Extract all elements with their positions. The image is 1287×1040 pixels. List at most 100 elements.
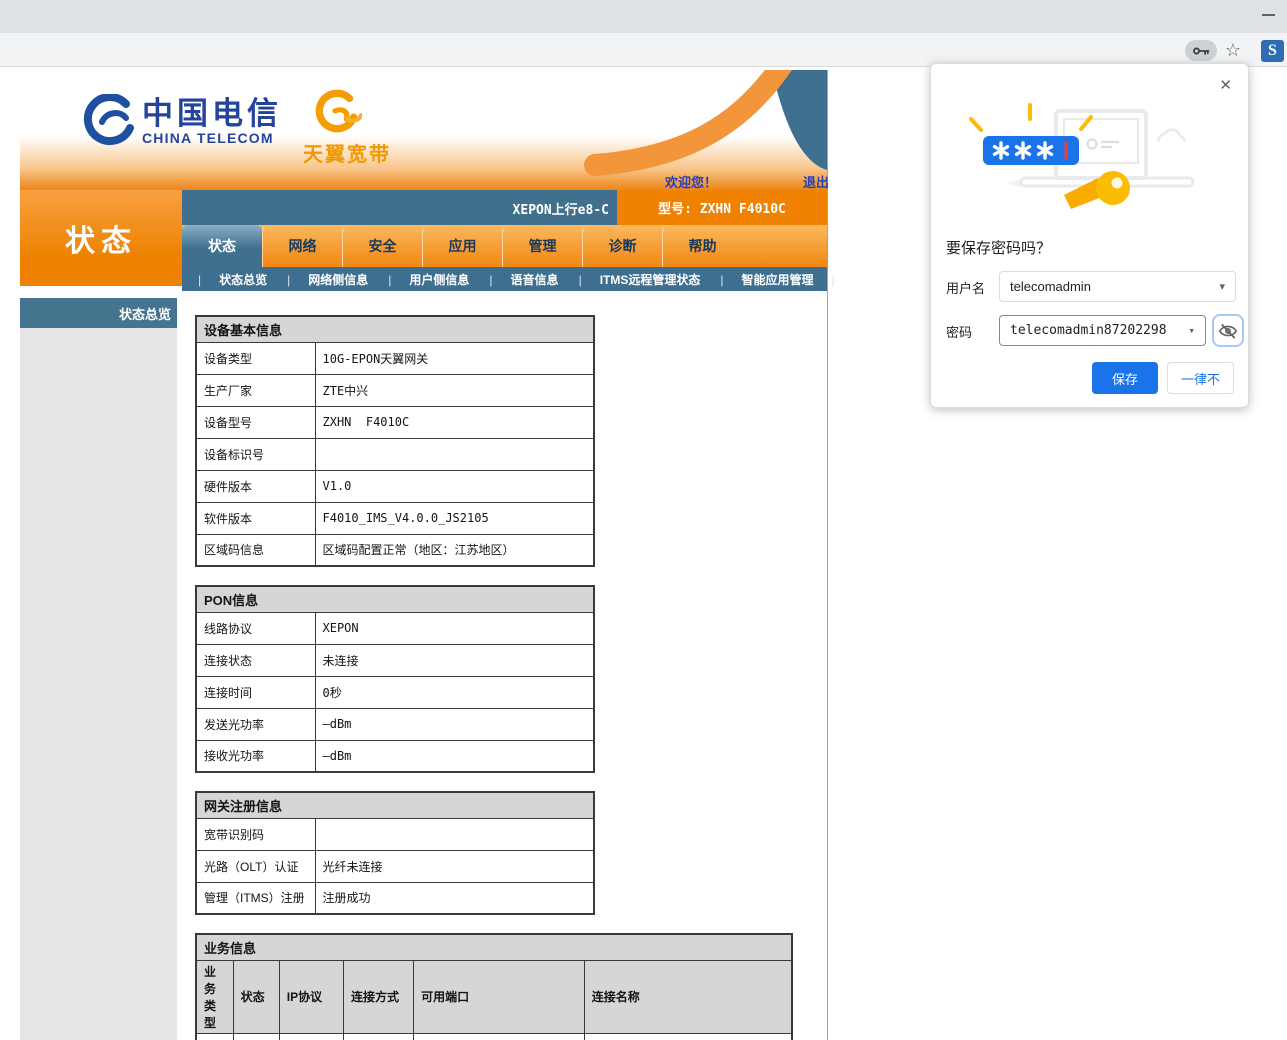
password-value: telecomadmin87202298 — [1010, 323, 1167, 338]
row-label: 管理（ITMS）注册 — [196, 882, 315, 914]
gateway-register-table: 网关注册信息 宽带识别码 光路（OLT）认证光纤未连接 管理（ITMS）注册注册… — [195, 791, 595, 915]
eye-off-icon — [1218, 321, 1238, 341]
row-value: ZXHN F4010C — [315, 406, 594, 438]
subnav-user-side[interactable]: 用户侧信息 — [378, 271, 479, 288]
save-button[interactable]: 保存 — [1092, 362, 1158, 394]
minimize-icon[interactable] — [1262, 14, 1275, 16]
col-header: 业务类型 — [196, 960, 233, 1033]
logout-link[interactable]: 退出 — [803, 172, 829, 191]
row-value — [315, 818, 594, 850]
welcome-row: 欢迎您！ 退出 — [40, 170, 847, 190]
page-header: 中国电信 CHINA TELECOM 天翼宽带 欢迎您！ 退出 — [20, 70, 827, 190]
tab-application[interactable]: 应用 — [422, 225, 502, 267]
row-value — [315, 438, 594, 470]
table-title: PON信息 — [196, 586, 594, 612]
sidebar-header: 状态 — [20, 190, 182, 286]
sidebar-panel — [20, 328, 177, 1040]
username-select[interactable]: telecomadmin ▾ — [999, 271, 1236, 302]
row-label: 光路（OLT）认证 — [196, 850, 315, 882]
password-select[interactable]: telecomadmin87202298 ▾ — [999, 315, 1206, 346]
cell-ports: 有线：网口1，网口3，网口4 — [414, 1033, 585, 1040]
row-value: 光纤未连接 — [315, 850, 594, 882]
extension-icon[interactable]: S — [1261, 40, 1284, 62]
username-value: telecomadmin — [1010, 279, 1091, 294]
subnav-itms[interactable]: ITMS远程管理状态 — [569, 271, 711, 288]
password-key-icon[interactable] — [1185, 40, 1217, 61]
row-label: 连接时间 — [196, 676, 315, 708]
row-value: 区域码配置正常（地区：江苏地区） — [315, 534, 594, 566]
row-label: 软件版本 — [196, 502, 315, 534]
broadband-logo-text: 天翼宽带 — [303, 138, 391, 167]
screen: ☆ S — [0, 0, 1287, 1040]
page-edge-line — [827, 70, 828, 1040]
row-value: ZTE中兴 — [315, 374, 594, 406]
row-value: XEPON — [315, 612, 594, 644]
subnav-smart-app[interactable]: 智能应用管理 — [710, 271, 844, 288]
tab-security[interactable]: 安全 — [342, 225, 422, 267]
cell-ip-protocol: IPv4 — [279, 1033, 343, 1040]
tab-help[interactable]: 帮助 — [662, 225, 742, 267]
browser-toolbar — [0, 33, 1287, 67]
key-glyph — [1192, 44, 1210, 58]
row-value: V1.0 — [315, 470, 594, 502]
table-title: 业务信息 — [196, 934, 792, 960]
subnav-bar: 状态总览 网络侧信息 用户侧信息 语音信息 ITMS远程管理状态 智能应用管理 — [182, 267, 827, 291]
row-label: 硬件版本 — [196, 470, 315, 502]
save-password-dialog: ✕ 要保存密码吗？ 用户名 tele — [930, 63, 1249, 408]
bookmark-star-icon[interactable]: ☆ — [1222, 39, 1244, 61]
pon-info-table: PON信息 线路协议XEPON 连接状态未连接 连接时间0秒 发送光功率—dBm… — [195, 585, 595, 773]
subnav-network-side[interactable]: 网络侧信息 — [277, 271, 378, 288]
row-label: 区域码信息 — [196, 534, 315, 566]
cell-connect-mode: 路由(网关拨号) — [343, 1033, 413, 1040]
main-tabbar: 状态 网络 安全 应用 管理 诊断 帮助 — [182, 225, 827, 267]
tab-management[interactable]: 管理 — [502, 225, 582, 267]
model-bar: XEPON上行e8-C 型号: ZXHN F4010C — [182, 190, 827, 225]
row-value: 0秒 — [315, 676, 594, 708]
subnav-voice[interactable]: 语音信息 — [479, 271, 568, 288]
dialog-title: 要保存密码吗？ — [946, 237, 1051, 258]
model-label: 型号: ZXHN F4010C — [617, 190, 827, 225]
cell-status: 不可用 — [233, 1033, 279, 1040]
browser-tabstrip — [0, 0, 1287, 33]
col-header: 连接方式 — [343, 960, 413, 1033]
cell-service-type — [196, 1033, 233, 1040]
row-value: —dBm — [315, 740, 594, 772]
row-label: 发送光功率 — [196, 708, 315, 740]
password-label: 密码 — [946, 322, 972, 341]
row-label: 设备标识号 — [196, 438, 315, 470]
col-header: 可用端口 — [414, 960, 585, 1033]
never-button[interactable]: 一律不 — [1167, 362, 1234, 394]
tab-diagnosis[interactable]: 诊断 — [582, 225, 662, 267]
device-info-table: 设备基本信息 设备类型10G-EPON天翼网关 生产厂家ZTE中兴 设备型号ZX… — [195, 315, 595, 567]
close-icon[interactable]: ✕ — [1215, 72, 1236, 98]
subnav-status-overview[interactable]: 状态总览 — [188, 271, 277, 288]
col-header: 状态 — [233, 960, 279, 1033]
row-label: 宽带识别码 — [196, 818, 315, 850]
cell-connect-name: 5_INTERNET_R_VID_ — [584, 1033, 792, 1040]
col-header: IP协议 — [279, 960, 343, 1033]
row-value: 注册成功 — [315, 882, 594, 914]
col-header: 连接名称 — [584, 960, 792, 1033]
row-value: 未连接 — [315, 644, 594, 676]
china-telecom-logo-text: 中国电信 CHINA TELECOM — [142, 98, 282, 146]
china-telecom-logo-icon — [82, 94, 138, 150]
brand-cn: 中国电信 — [142, 98, 282, 130]
brand-en: CHINA TELECOM — [142, 130, 282, 146]
toggle-password-visibility-button[interactable] — [1212, 314, 1244, 347]
table-title: 设备基本信息 — [196, 316, 594, 342]
password-illustration — [951, 83, 1201, 218]
table-title: 网关注册信息 — [196, 792, 594, 818]
key-head — [1096, 171, 1130, 205]
tab-network[interactable]: 网络 — [262, 225, 342, 267]
service-info-table: 业务信息 业务类型 状态 IP协议 连接方式 可用端口 连接名称 不可用 IPv… — [195, 933, 793, 1040]
tab-status[interactable]: 状态 — [182, 225, 262, 267]
uplink-label: XEPON上行e8-C — [513, 199, 609, 218]
welcome-text: 欢迎您！ — [665, 172, 717, 191]
username-label: 用户名 — [946, 278, 985, 297]
row-value: —dBm — [315, 708, 594, 740]
tianyi-logo-icon — [312, 88, 362, 138]
row-label: 生产厂家 — [196, 374, 315, 406]
sidebar-title: 状态 — [65, 216, 137, 260]
row-label: 连接状态 — [196, 644, 315, 676]
sidebar-item-status-overview[interactable]: 状态总览 — [20, 298, 177, 328]
